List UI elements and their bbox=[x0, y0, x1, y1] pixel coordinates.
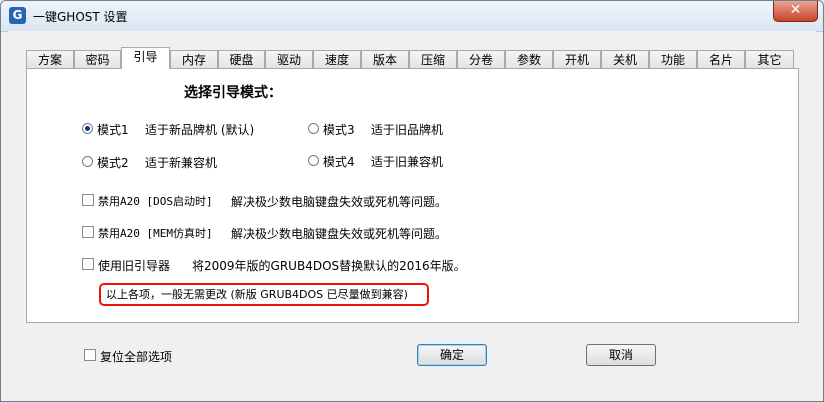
old-bootloader-desc: 将2009年版的GRUB4DOS替换默认的2016年版。 bbox=[192, 259, 466, 273]
compatibility-note: 以上各项，一般无需更改 (新版 GRUB4DOS 已尽量做到兼容) bbox=[99, 283, 429, 306]
disable-a20-dos-label[interactable]: 禁用A20 [DOS启动时] bbox=[98, 193, 213, 209]
tab-password[interactable]: 密码 bbox=[74, 50, 121, 68]
disable-a20-dos-desc: 解决极少数电脑键盘失效或死机等问题。 bbox=[231, 195, 448, 209]
reset-all-checkbox[interactable] bbox=[84, 349, 96, 361]
mode3-radio[interactable] bbox=[308, 123, 319, 134]
tab-params[interactable]: 参数 bbox=[505, 50, 553, 68]
mode2-desc: 适于新兼容机 bbox=[145, 156, 218, 170]
tab-speed[interactable]: 速度 bbox=[313, 50, 361, 68]
section-title: 选择引导模式： bbox=[184, 85, 282, 101]
tab-memory[interactable]: 内存 bbox=[170, 50, 218, 68]
mode2-label[interactable]: 模式2 bbox=[97, 154, 129, 171]
tab-boot[interactable]: 引导 bbox=[121, 47, 170, 69]
tab-version[interactable]: 版本 bbox=[361, 50, 409, 68]
mode4-label[interactable]: 模式4 bbox=[323, 153, 355, 170]
disable-a20-mem-label[interactable]: 禁用A20 [MEM仿真时] bbox=[98, 225, 213, 241]
cancel-button[interactable]: 取消 bbox=[586, 344, 656, 366]
mode1-radio[interactable] bbox=[82, 123, 93, 134]
window-title: 一键GHOST 设置 bbox=[33, 10, 128, 24]
tab-disk[interactable]: 硬盘 bbox=[218, 50, 265, 68]
settings-window: G 一键GHOST 设置 ✕ 方案 密码 引导 内存 硬盘 驱动 速度 版本 压… bbox=[0, 0, 824, 402]
disable-a20-mem-desc: 解决极少数电脑键盘失效或死机等问题。 bbox=[231, 227, 448, 241]
tab-driver[interactable]: 驱动 bbox=[265, 50, 313, 68]
tab-compress[interactable]: 压缩 bbox=[409, 50, 457, 68]
disable-a20-mem-checkbox[interactable] bbox=[82, 226, 94, 238]
tab-card[interactable]: 名片 bbox=[697, 50, 745, 68]
tab-features[interactable]: 功能 bbox=[649, 50, 697, 68]
reset-all-label[interactable]: 复位全部选项 bbox=[100, 348, 172, 365]
mode1-desc: 适于新品牌机 (默认) bbox=[145, 123, 255, 137]
title-bar: G 一键GHOST 设置 ✕ bbox=[1, 1, 823, 32]
tab-startup[interactable]: 开机 bbox=[553, 50, 601, 68]
tab-other[interactable]: 其它 bbox=[745, 50, 794, 68]
close-button[interactable]: ✕ bbox=[773, 1, 818, 22]
mode3-label[interactable]: 模式3 bbox=[323, 121, 355, 138]
mode4-radio[interactable] bbox=[308, 155, 319, 166]
old-bootloader-label[interactable]: 使用旧引导器 bbox=[98, 257, 170, 274]
disable-a20-dos-checkbox[interactable] bbox=[82, 194, 94, 206]
app-icon: G bbox=[9, 7, 26, 24]
tab-scheme[interactable]: 方案 bbox=[26, 50, 74, 68]
mode3-desc: 适于旧品牌机 bbox=[371, 123, 444, 137]
mode1-label[interactable]: 模式1 bbox=[97, 121, 129, 138]
mode2-radio[interactable] bbox=[82, 156, 93, 167]
mode4-desc: 适于旧兼容机 bbox=[371, 155, 444, 169]
tab-split[interactable]: 分卷 bbox=[457, 50, 505, 68]
ok-button[interactable]: 确定 bbox=[417, 344, 487, 366]
tab-shutdown[interactable]: 关机 bbox=[601, 50, 649, 68]
dialog-content: 方案 密码 引导 内存 硬盘 驱动 速度 版本 压缩 分卷 参数 开机 关机 功… bbox=[8, 31, 816, 394]
old-bootloader-checkbox[interactable] bbox=[82, 258, 94, 270]
